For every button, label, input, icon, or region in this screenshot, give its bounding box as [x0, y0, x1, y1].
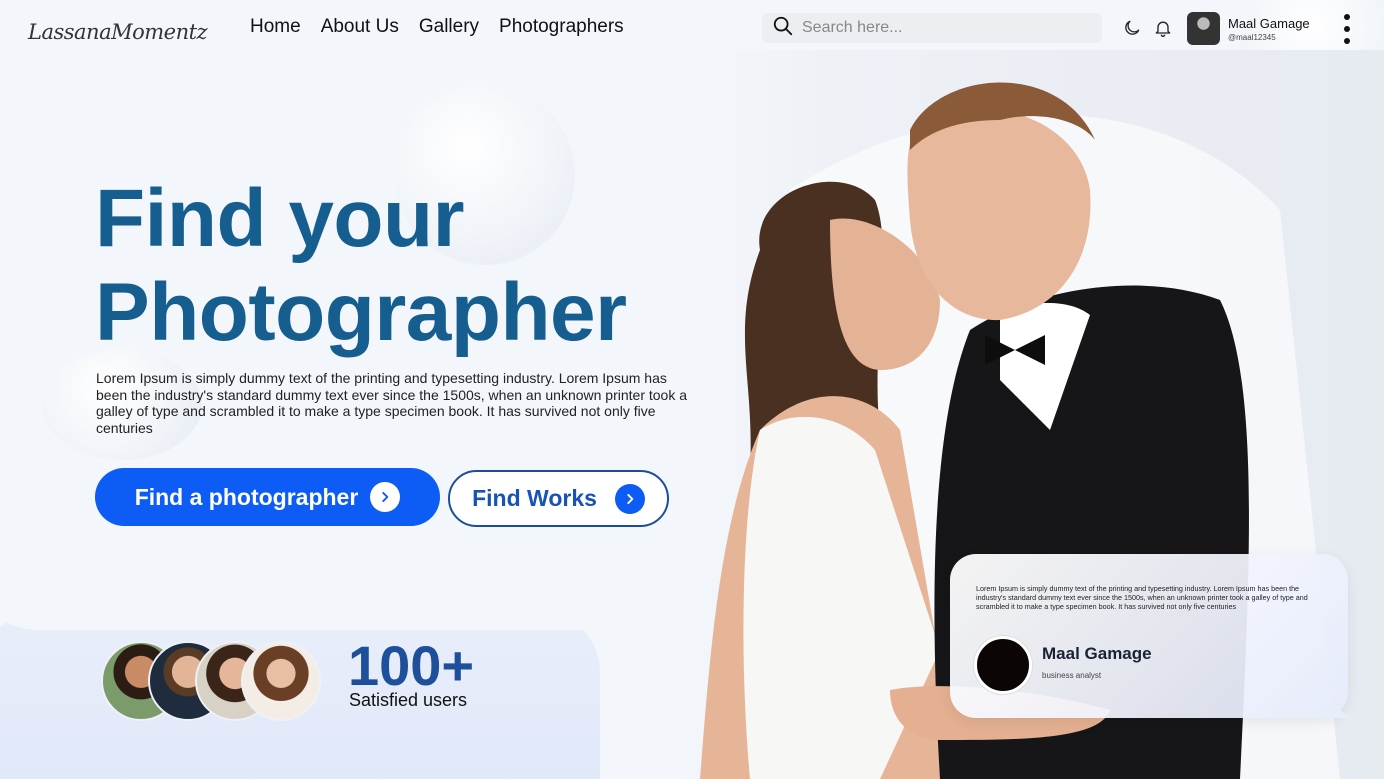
background-wave — [0, 520, 720, 630]
profile-name: Maal Gamage — [1228, 15, 1310, 31]
main-nav: Home About Us Gallery Photographers — [250, 16, 624, 38]
testimonial-role: business analyst — [1042, 671, 1102, 680]
title-line-2: Photographer — [95, 267, 627, 358]
nav-home[interactable]: Home — [250, 16, 301, 38]
testimonial-name: Maal Gamage — [1042, 644, 1152, 663]
moon-icon[interactable] — [1121, 17, 1143, 39]
brand-logo[interactable]: LassanaMomentz — [28, 6, 208, 58]
more-vertical-icon[interactable] — [1339, 14, 1355, 44]
find-photographer-button[interactable]: Find a photographer — [95, 468, 440, 526]
testimonial-card: Lorem Ipsum is simply dummy text of the … — [950, 554, 1348, 718]
user-count-label: Satisfied users — [349, 690, 468, 710]
user-avatars — [101, 641, 321, 723]
bell-icon[interactable] — [1152, 17, 1174, 39]
user-count: 100+ — [348, 634, 475, 697]
chevron-right-icon — [614, 483, 645, 514]
search-input[interactable] — [802, 19, 1082, 37]
title-line-1: Find your — [95, 173, 465, 264]
avatar — [1187, 12, 1220, 45]
user-profile[interactable]: Maal Gamage @maal12345 — [1187, 12, 1310, 45]
find-works-label: Find Works — [472, 485, 597, 511]
find-works-button[interactable]: Find Works — [448, 470, 669, 527]
nav-photographers[interactable]: Photographers — [499, 16, 624, 38]
find-photographer-label: Find a photographer — [134, 483, 359, 510]
chevron-right-icon — [370, 482, 401, 512]
hero-description: Lorem Ipsum is simply dummy text of the … — [96, 370, 688, 436]
page-title: Find your Photographer — [95, 172, 715, 360]
nav-gallery[interactable]: Gallery — [419, 16, 479, 38]
search-bar — [762, 13, 1102, 43]
nav-about-us[interactable]: About Us — [321, 16, 399, 38]
avatar — [974, 636, 1032, 694]
search-icon[interactable] — [772, 15, 794, 41]
profile-handle: @maal12345 — [1228, 32, 1276, 42]
testimonial-text: Lorem Ipsum is simply dummy text of the … — [976, 584, 1308, 611]
avatar — [241, 641, 321, 721]
